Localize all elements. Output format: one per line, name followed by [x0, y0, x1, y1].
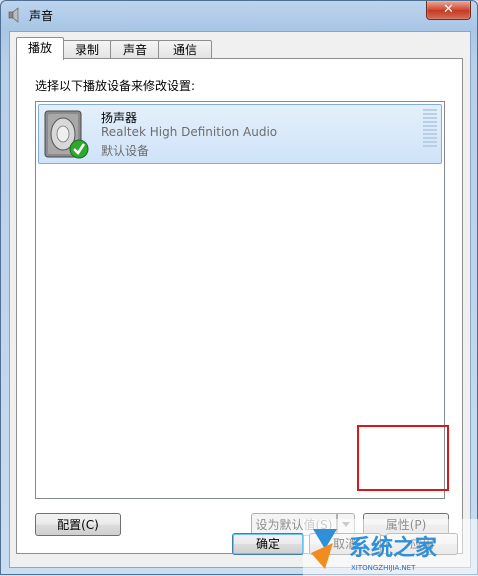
volume-level-meter [423, 109, 437, 151]
window-title: 声音 [29, 9, 54, 23]
tab-playback[interactable]: 播放 [16, 37, 64, 60]
device-name: 扬声器 [101, 111, 138, 125]
device-item-speakers[interactable]: 扬声器 Realtek High Definition Audio 默认设备 [38, 104, 442, 164]
instruction-label: 选择以下播放设备来修改设置: [35, 79, 196, 93]
tab-recording[interactable]: 录制 [62, 40, 112, 59]
tab-communications[interactable]: 通信 [158, 40, 212, 59]
title-bar[interactable]: 声音 ✕ [1, 1, 477, 29]
device-description: Realtek High Definition Audio [101, 125, 278, 139]
configure-button[interactable]: 配置(C) [35, 513, 121, 536]
watermark-logo: 系统之家 XITONGZHIJIA.NET [303, 519, 478, 576]
watermark-url: XITONGZHIJIA.NET [351, 564, 416, 572]
device-status: 默认设备 [101, 144, 150, 158]
watermark-text: 系统之家 [349, 535, 438, 561]
ok-button[interactable]: 确定 [232, 533, 304, 555]
speaker-app-icon [8, 7, 19, 23]
check-icon [69, 139, 89, 159]
highlight-annotation [357, 425, 449, 491]
tab-sounds[interactable]: 声音 [110, 40, 160, 59]
sound-dialog: 声音 ✕ 播放 录制 声音 通信 选择以下播放设备来修改设置: 扬声器 Real… [0, 0, 478, 576]
close-button[interactable]: ✕ [426, 1, 471, 20]
speaker-icon [44, 110, 89, 159]
